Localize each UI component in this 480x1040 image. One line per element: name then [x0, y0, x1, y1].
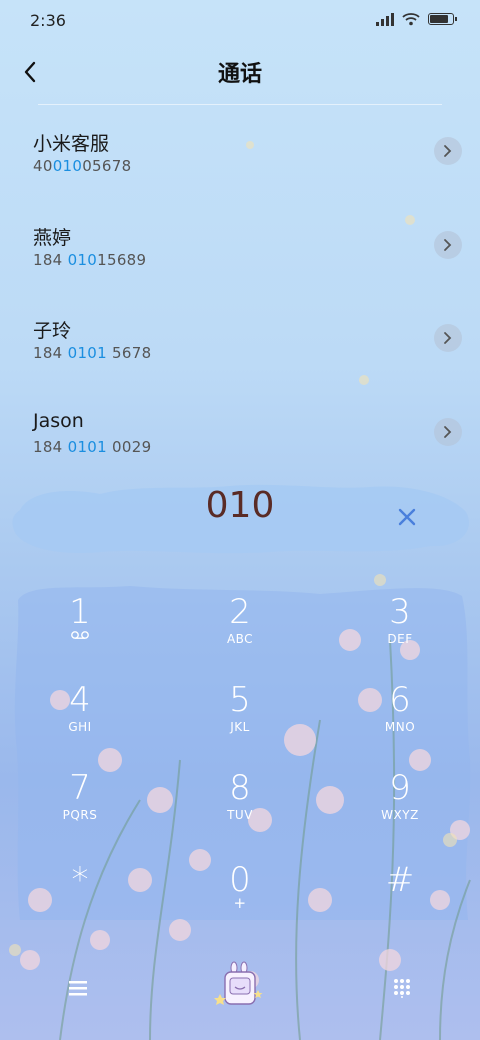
contact-row[interactable]: Jason 184 0101 0029 — [0, 386, 480, 480]
voicemail-icon — [71, 631, 89, 639]
key-digit: * — [71, 860, 89, 900]
key-7[interactable]: 7 PQRS — [20, 766, 140, 846]
key-star[interactable]: * — [20, 858, 140, 938]
key-digit: # — [385, 860, 415, 900]
key-letters: WXYZ — [381, 808, 419, 822]
theme-avatar-button[interactable] — [214, 960, 266, 1012]
number-suffix: 05678 — [82, 157, 132, 175]
contact-detail-button[interactable] — [434, 417, 462, 446]
contact-name: Jason — [33, 409, 84, 432]
key-letters: PQRS — [62, 808, 98, 822]
status-time: 2:36 — [30, 11, 66, 30]
dialpad-icon — [394, 979, 410, 998]
status-bar: 2:36 — [0, 0, 480, 40]
key-letters: MNO — [384, 720, 416, 734]
contact-row[interactable]: 小米客服 4001005678 — [0, 105, 480, 199]
theme-avatar-icon — [214, 961, 263, 1005]
clear-x-icon — [398, 508, 416, 526]
battery-icon — [428, 13, 457, 25]
chevron-right-icon — [444, 238, 452, 251]
key-letters: DEF — [387, 632, 413, 646]
contact-row[interactable]: 燕婷 184 01015689 — [0, 199, 480, 293]
number-prefix: 184 — [33, 250, 68, 269]
search-results-list: 小米客服 4001005678 燕婷 184 01015689 子玲 184 0… — [0, 105, 480, 479]
contact-number: 184 01015689 — [33, 251, 146, 269]
dialpad-toggle-button[interactable] — [384, 970, 420, 1006]
key-9[interactable]: 9 WXYZ — [340, 766, 460, 846]
number-suffix: 15689 — [97, 250, 147, 269]
key-hash[interactable]: # — [340, 858, 460, 938]
contact-detail-button[interactable] — [434, 230, 462, 259]
number-match: 0101 — [67, 437, 107, 456]
key-digit: 9 — [389, 768, 411, 808]
contact-detail-button[interactable] — [434, 137, 462, 165]
key-3[interactable]: 3 DEF — [340, 590, 460, 670]
signal-icon — [376, 12, 394, 26]
wifi-icon — [402, 13, 420, 26]
key-digit: 7 — [69, 768, 91, 808]
chevron-right-icon — [444, 145, 452, 157]
key-letters: TUV — [227, 808, 253, 822]
key-5[interactable]: 5 JKL — [180, 678, 300, 758]
key-digit: 6 — [389, 680, 411, 720]
key-8[interactable]: 8 TUV — [180, 766, 300, 846]
contact-number: 4001005678 — [33, 157, 131, 175]
key-0[interactable]: 0 + — [180, 858, 300, 938]
contact-detail-button[interactable] — [434, 324, 462, 352]
menu-icon — [69, 981, 87, 996]
number-match: 0101 — [67, 344, 107, 362]
contact-name: 小米客服 — [33, 133, 110, 155]
key-digit: 8 — [229, 768, 251, 808]
menu-button[interactable] — [60, 970, 96, 1006]
clear-button[interactable] — [392, 502, 422, 532]
key-2[interactable]: 2 ABC — [180, 590, 300, 670]
key-letters: + — [233, 894, 247, 912]
number-match: 010 — [67, 250, 98, 269]
chevron-right-icon — [444, 425, 452, 438]
contact-name: 燕婷 — [33, 226, 72, 249]
number-prefix: 184 — [33, 437, 68, 456]
key-digit: 3 — [389, 592, 411, 632]
header: 通话 — [0, 40, 480, 104]
number-prefix: 40 — [33, 157, 53, 175]
number-match: 010 — [52, 157, 83, 175]
key-digit: 1 — [69, 592, 91, 632]
contact-number: 184 0101 0029 — [33, 438, 151, 456]
number-prefix: 184 — [33, 344, 68, 362]
chevron-right-icon — [444, 332, 452, 344]
key-1[interactable]: 1 — [20, 590, 140, 670]
key-digit: 4 — [69, 680, 91, 720]
number-suffix: 0029 — [106, 437, 152, 456]
key-letters: GHI — [68, 720, 92, 734]
status-icons — [376, 12, 457, 26]
contact-number: 184 0101 5678 — [33, 344, 151, 362]
bottom-bar — [0, 960, 480, 1020]
contact-name: 子玲 — [33, 320, 72, 342]
page-title: 通话 — [217, 62, 262, 87]
key-digit: 5 — [229, 680, 251, 720]
number-suffix: 5678 — [106, 344, 152, 362]
key-letters: ABC — [226, 632, 254, 646]
key-digit: 2 — [229, 592, 251, 632]
contact-row[interactable]: 子玲 184 0101 5678 — [0, 292, 480, 386]
dialed-number-field[interactable]: 010 — [12, 486, 468, 552]
key-6[interactable]: 6 MNO — [340, 678, 460, 758]
key-letters: JKL — [230, 720, 250, 734]
key-4[interactable]: 4 GHI — [20, 678, 140, 758]
